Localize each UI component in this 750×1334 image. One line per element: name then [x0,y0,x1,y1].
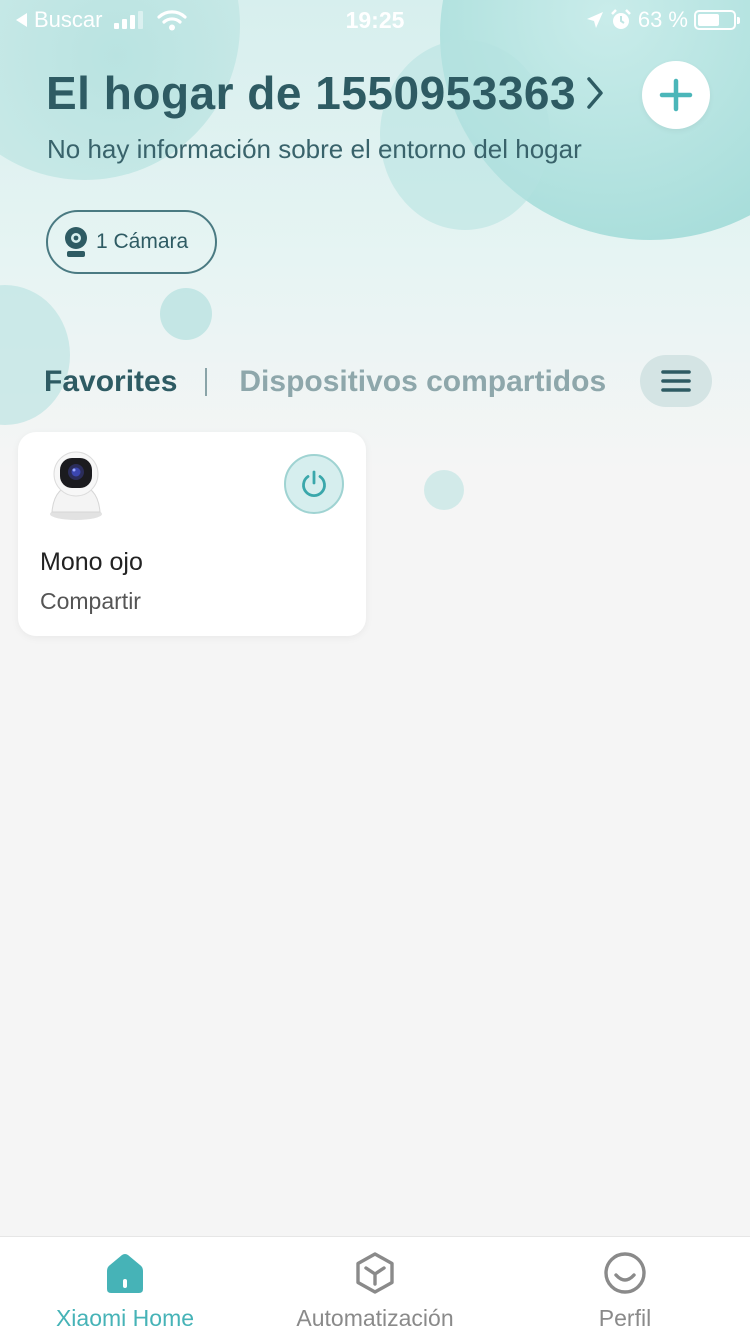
device-status: Compartir [40,588,141,614]
status-bar: Buscar 19:25 63 % [0,0,750,40]
device-category-pill[interactable]: 1 Cámara [46,210,217,274]
nav-label: Automatización [296,1305,454,1331]
battery-percentage: 63 % [637,7,688,32]
app-screen: Buscar 19:25 63 % El hogar de 1550953363… [0,0,750,1334]
battery-icon [694,10,740,30]
device-card[interactable]: Mono ojo Compartir [18,432,366,636]
power-toggle-button[interactable] [284,454,344,514]
nav-label: Xiaomi Home [55,1305,195,1331]
security-camera-image [50,451,102,520]
home-title: El hogar de 1550953363 [46,67,577,119]
nav-automation[interactable]: Automatización [250,1237,500,1334]
nav-xiaomi-home[interactable]: Xiaomi Home [0,1237,250,1334]
device-name: Mono ojo [40,548,143,576]
camera-icon [65,227,87,257]
tab-divider [205,368,208,396]
home-environment-info: No hay información sobre el entorno del … [47,134,582,164]
bottom-navigation: Xiaomi Home Automatización Perfil [0,1236,750,1334]
location-icon [586,12,603,28]
home-icon [107,1254,143,1293]
battery-fill [698,14,720,26]
tab-favorites[interactable]: Favorites [44,365,177,399]
home-selector[interactable]: El hogar de 1550953363 [46,66,604,120]
automation-icon [356,1252,394,1294]
alarm-icon [610,9,631,29]
add-device-button[interactable] [642,61,710,129]
room-tabs: Favorites Dispositivos compartidos [44,362,619,402]
device-category-label: 1 Cámara [96,230,189,253]
plus-icon [659,78,693,112]
profile-icon [604,1252,646,1294]
decor-bubble [160,288,212,340]
status-right: 63 % [586,7,740,33]
tab-shared-devices[interactable]: Dispositivos compartidos [239,365,619,399]
decor-bubble [424,470,464,510]
chevron-right-icon [587,77,603,109]
nav-profile[interactable]: Perfil [500,1237,750,1334]
decor-bubble [0,285,70,425]
tabs-menu-button[interactable] [640,355,712,407]
nav-label: Perfil [598,1305,652,1331]
power-icon [302,470,326,498]
menu-icon [661,370,691,392]
